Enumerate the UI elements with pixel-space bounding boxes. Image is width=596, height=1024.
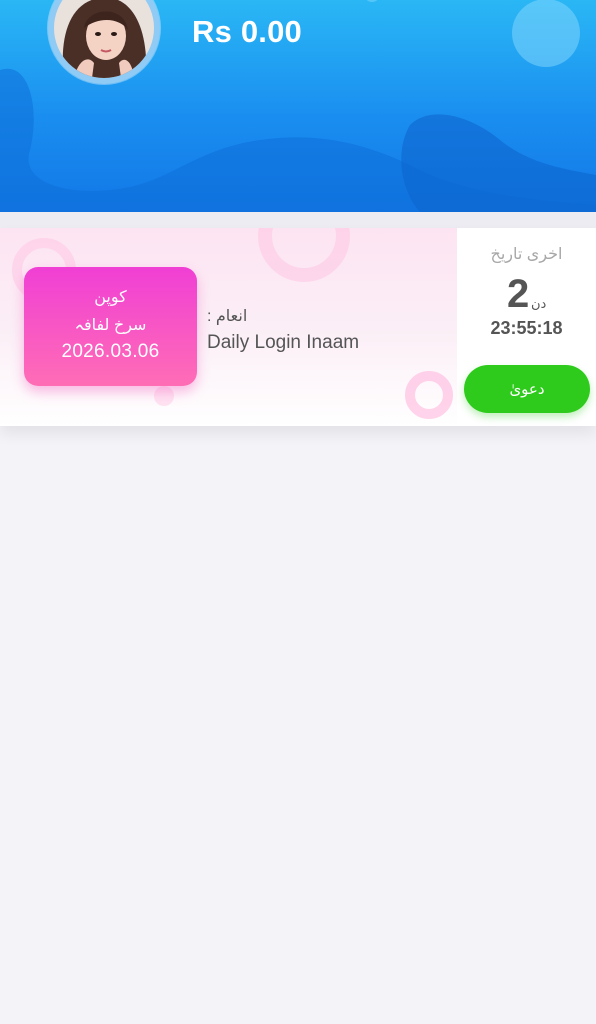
section-divider xyxy=(0,212,596,228)
avatar-portrait-icon xyxy=(54,0,154,78)
decor-ring xyxy=(405,371,453,419)
coupon-date: 2026.03.06 xyxy=(61,341,160,362)
wallet-header: Rs 0.00 xyxy=(0,0,596,212)
coupon-type-label: کوپن xyxy=(94,289,127,306)
decor-dot xyxy=(154,386,174,406)
decor-ring xyxy=(258,228,350,282)
user-avatar[interactable] xyxy=(48,0,160,84)
reward-label: : انعام xyxy=(207,308,248,325)
claim-button[interactable]: دعویٰ xyxy=(464,365,590,413)
countdown-timer: 23:55:18 xyxy=(490,318,563,338)
reward-value: Daily Login Inaam xyxy=(207,332,360,353)
coupon-card-body: کوپن سرخ لفافہ 2026.03.06 : انعام Daily … xyxy=(0,228,457,426)
coupon-name: سرخ لفافہ xyxy=(74,317,147,334)
coupon-card: کوپن سرخ لفافہ 2026.03.06 : انعام Daily … xyxy=(0,228,596,426)
expiry-panel: اخری تاریخ 2 دن 23:55:18 دعویٰ xyxy=(457,228,596,426)
expiry-label: اخری تاریخ xyxy=(490,246,563,263)
coupon-badge: کوپن سرخ لفافہ 2026.03.06 xyxy=(24,267,197,386)
days-unit: دن xyxy=(531,296,547,311)
days-remaining: 2 xyxy=(507,272,530,316)
wallet-balance: Rs 0.00 xyxy=(192,14,302,49)
